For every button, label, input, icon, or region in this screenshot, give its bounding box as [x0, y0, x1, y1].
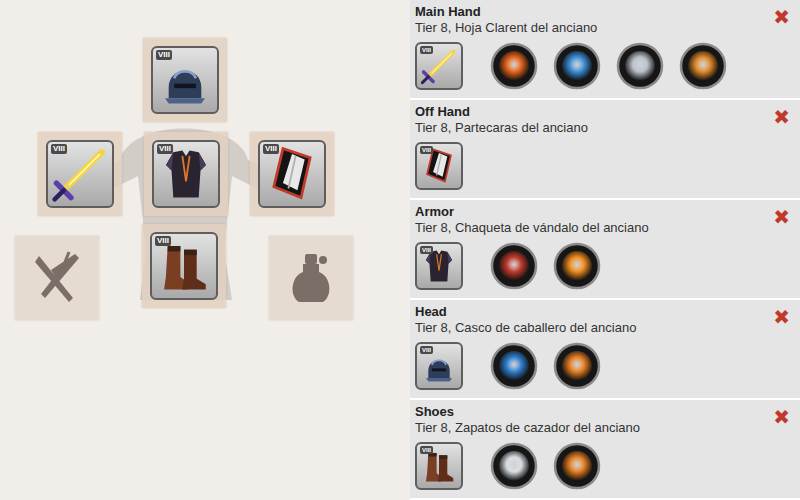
spell-icon[interactable]	[616, 42, 664, 90]
icon-row: VIII	[415, 342, 636, 390]
item-icon[interactable]: VIII	[150, 232, 218, 300]
tier-badge: VIII	[155, 236, 171, 246]
spell-icon[interactable]	[553, 342, 601, 390]
item-name: Tier 8, Hoja Clarent del anciano	[415, 20, 727, 36]
food-slot[interactable]	[15, 236, 99, 320]
tier-badge: VIII	[263, 144, 279, 154]
remove-button[interactable]: ✖	[771, 304, 792, 330]
build-page: VIIIVIIIVIIIVIIIVIIIMain HandTier 8, Hoj…	[0, 0, 800, 500]
item-name: Tier 8, Casco de caballero del anciano	[415, 320, 636, 336]
tier-badge: VIII	[420, 346, 433, 354]
helmet-slot[interactable]: VIII	[143, 38, 227, 122]
item-icon[interactable]: VIII	[415, 342, 463, 390]
potion-icon	[279, 246, 343, 310]
tier-badge: VIII	[157, 144, 173, 154]
spell-icon[interactable]	[679, 42, 727, 90]
slot-title: Shoes	[415, 404, 640, 420]
equipment-section: HeadTier 8, Casco de caballero del ancia…	[410, 300, 800, 398]
item-icon[interactable]: VIII	[258, 140, 326, 208]
food-icon	[25, 246, 89, 310]
item-name: Tier 8, Zapatos de cazador del anciano	[415, 420, 640, 436]
item-icon[interactable]: VIII	[415, 42, 463, 90]
armor-slot[interactable]: VIII	[144, 132, 228, 216]
item-icon[interactable]: VIII	[152, 140, 220, 208]
slot-title: Main Hand	[415, 4, 727, 20]
item-icon[interactable]: VIII	[415, 242, 463, 290]
spell-icon[interactable]	[490, 342, 538, 390]
shield-slot[interactable]: VIII	[250, 132, 334, 216]
item-icon[interactable]: VIII	[46, 140, 114, 208]
equipment-section: Off HandTier 8, Partecaras del anciano VI…	[410, 100, 800, 198]
spell-icon[interactable]	[490, 42, 538, 90]
item-icon[interactable]: VIII	[415, 142, 463, 190]
tier-badge: VIII	[51, 144, 67, 154]
slot-title: Armor	[415, 204, 649, 220]
tier-badge: VIII	[156, 50, 172, 60]
spell-icon[interactable]	[490, 442, 538, 490]
slot-title: Head	[415, 304, 636, 320]
item-icon[interactable]: VIII	[151, 46, 219, 114]
equipment-section: ShoesTier 8, Zapatos de cazador del anci…	[410, 400, 800, 498]
equipment-section: Main HandTier 8, Hoja Clarent del ancian…	[410, 0, 800, 98]
paper-doll: VIII VIII VIII VIII VIII	[0, 0, 410, 500]
tier-badge: VIII	[420, 46, 433, 54]
remove-button[interactable]: ✖	[771, 404, 792, 430]
tier-badge: VIII	[420, 246, 433, 254]
remove-button[interactable]: ✖	[771, 204, 792, 230]
spell-icon[interactable]	[553, 242, 601, 290]
spell-icon[interactable]	[553, 442, 601, 490]
item-icon[interactable]: VIII	[415, 442, 463, 490]
icon-row: VIII	[415, 42, 727, 90]
icon-row: VIII	[415, 142, 588, 190]
item-name: Tier 8, Chaqueta de vándalo del anciano	[415, 220, 649, 236]
potion-slot[interactable]	[269, 236, 353, 320]
tier-badge: VIII	[420, 446, 433, 454]
icon-row: VIII	[415, 242, 649, 290]
equipment-list: Main HandTier 8, Hoja Clarent del ancian…	[410, 0, 800, 500]
spell-icon[interactable]	[490, 242, 538, 290]
equipment-section: ArmorTier 8, Chaqueta de vándalo del anc…	[410, 200, 800, 298]
slot-title: Off Hand	[415, 104, 588, 120]
sword-slot[interactable]: VIII	[38, 132, 122, 216]
item-name: Tier 8, Partecaras del anciano	[415, 120, 588, 136]
spell-icon[interactable]	[553, 42, 601, 90]
remove-button[interactable]: ✖	[771, 4, 792, 30]
icon-row: VIII	[415, 442, 640, 490]
tier-badge: VIII	[420, 146, 433, 154]
boots-slot[interactable]: VIII	[142, 224, 226, 308]
remove-button[interactable]: ✖	[771, 104, 792, 130]
